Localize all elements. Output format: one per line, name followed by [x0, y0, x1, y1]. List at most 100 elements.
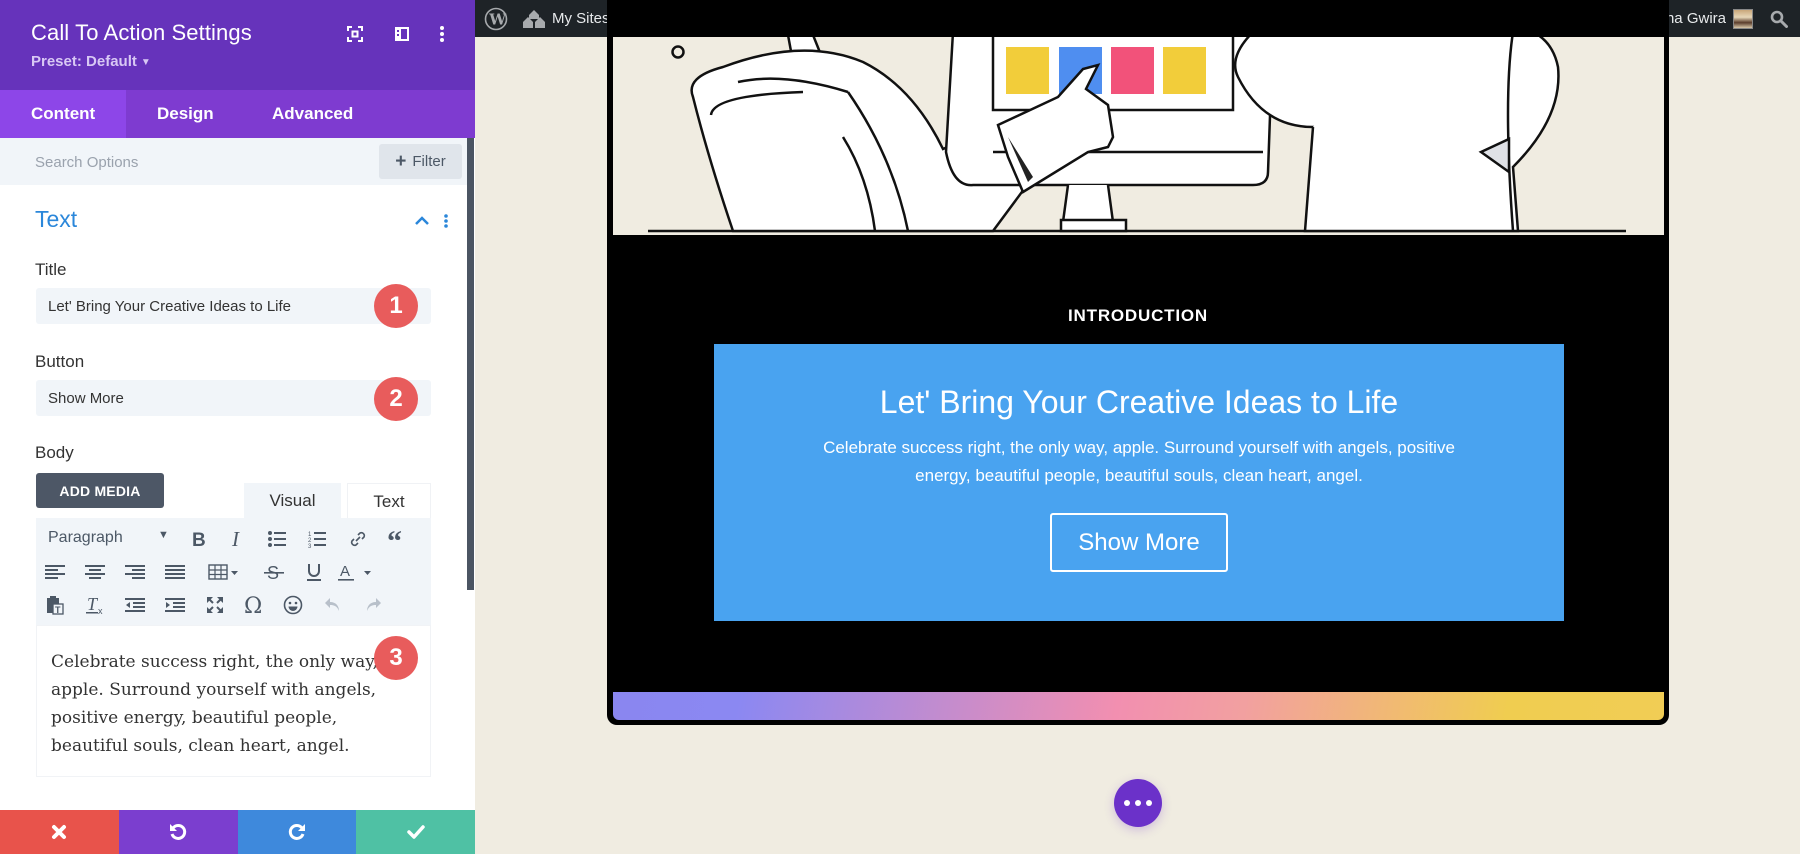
step-badge-3: 3 — [374, 636, 418, 680]
svg-text:T: T — [55, 605, 61, 615]
search-icon — [1770, 10, 1788, 28]
table-icon[interactable] — [206, 556, 242, 588]
button-field-label: Button — [35, 352, 85, 371]
editor-tab-text[interactable]: Text — [347, 483, 431, 519]
filter-button[interactable]: + Filter — [379, 144, 462, 179]
editor-toolbar: Paragraph ▼ B I 123 “ S A T Tx Ω — [36, 518, 431, 625]
my-sites-menu[interactable]: My Sites — [522, 0, 610, 37]
align-left-icon[interactable] — [42, 556, 68, 588]
chevron-up-icon[interactable] — [413, 212, 431, 230]
button-text-input[interactable] — [36, 380, 431, 416]
align-center-icon[interactable] — [82, 556, 108, 588]
color-swatch-3 — [1111, 47, 1154, 94]
text-color-icon[interactable]: A — [336, 556, 376, 588]
title-field-label: Title — [35, 260, 67, 279]
outdent-icon[interactable] — [122, 589, 148, 621]
settings-tabs: Content Design Advanced — [0, 90, 475, 138]
bold-icon[interactable]: B — [186, 523, 212, 555]
hero-illustration — [613, 37, 1664, 235]
format-select[interactable]: Paragraph — [48, 529, 123, 547]
plus-icon: + — [395, 151, 407, 172]
body-rich-text-editor[interactable]: Celebrate success right, the only way, a… — [36, 625, 431, 777]
svg-text:Ω: Ω — [244, 595, 262, 615]
numbered-list-icon[interactable]: 123 — [304, 523, 330, 555]
fullscreen-icon[interactable] — [202, 589, 228, 621]
undo-icon — [170, 823, 187, 840]
wordpress-menu[interactable]: W — [484, 0, 508, 37]
color-swatch-4 — [1163, 47, 1206, 94]
page-settings-button[interactable] — [1114, 779, 1162, 827]
color-swatch-1 — [1006, 47, 1049, 94]
caret-down-icon: ▼ — [158, 529, 169, 541]
gradient-footer-bar — [613, 692, 1664, 720]
cta-body-text: Celebrate success right, the only way, a… — [823, 438, 1455, 485]
admin-search-button[interactable] — [1770, 0, 1788, 37]
strikethrough-icon[interactable]: S — [261, 556, 287, 588]
check-icon — [406, 825, 425, 839]
svg-text:x: x — [98, 606, 103, 615]
title-input[interactable] — [36, 288, 431, 324]
dot-icon — [1135, 800, 1141, 806]
search-options-input[interactable] — [35, 150, 315, 174]
wordpress-icon: W — [484, 7, 508, 30]
panel-action-bar — [0, 810, 475, 854]
indent-icon[interactable] — [162, 589, 188, 621]
illustration-svg — [648, 37, 1626, 233]
redo-icon — [288, 823, 305, 840]
svg-text:W: W — [488, 10, 507, 28]
module-settings-panel: Call To Action Settings Preset: Default ▼… — [0, 0, 475, 854]
align-right-icon[interactable] — [122, 556, 148, 588]
my-sites-label: My Sites — [552, 10, 610, 27]
panel-header: Call To Action Settings Preset: Default ▼ — [0, 0, 475, 90]
focus-mode-icon[interactable] — [343, 22, 367, 46]
more-options-icon[interactable] — [430, 22, 454, 46]
search-bar: + Filter — [0, 138, 467, 185]
svg-text:3: 3 — [308, 544, 312, 548]
section-title-text[interactable]: Text — [35, 206, 77, 233]
dot-icon — [1124, 800, 1130, 806]
user-avatar — [1733, 8, 1753, 29]
redo-button[interactable] — [237, 810, 357, 854]
link-icon[interactable] — [345, 523, 371, 555]
cta-title: Let' Bring Your Creative Ideas to Life — [879, 384, 1399, 420]
step-badge-2: 2 — [374, 377, 418, 421]
editor-tab-visual[interactable]: Visual — [244, 483, 341, 519]
save-button[interactable] — [356, 810, 475, 854]
svg-text:A: A — [340, 563, 350, 580]
preset-selector[interactable]: Preset: Default ▼ — [31, 53, 151, 70]
emoji-icon[interactable] — [280, 589, 306, 621]
caret-down-icon: ▼ — [140, 56, 151, 68]
clear-formatting-icon[interactable]: Tx — [82, 589, 108, 621]
italic-icon[interactable]: I — [226, 523, 252, 555]
svg-text:I: I — [231, 530, 240, 548]
undo-icon[interactable] — [320, 589, 346, 621]
align-justify-icon[interactable] — [162, 556, 188, 588]
circle-decoration — [671, 45, 685, 59]
redo-icon[interactable] — [360, 589, 386, 621]
close-icon — [52, 825, 67, 839]
step-badge-1: 1 — [374, 284, 418, 328]
body-field-label: Body — [35, 443, 74, 462]
undo-button[interactable] — [118, 810, 238, 854]
sidebar-layout-icon[interactable] — [390, 22, 414, 46]
section-more-icon[interactable] — [443, 212, 453, 230]
call-to-action-module[interactable]: Let' Bring Your Creative Ideas to Life C… — [714, 344, 1564, 621]
dot-icon — [1146, 800, 1152, 806]
tab-design[interactable]: Design — [126, 90, 247, 138]
discard-button[interactable] — [0, 810, 119, 854]
preset-label: Preset: Default — [31, 53, 137, 70]
tab-content[interactable]: Content — [0, 90, 126, 138]
panel-scrollbar[interactable] — [467, 138, 474, 590]
special-character-icon[interactable]: Ω — [241, 589, 267, 621]
blockquote-icon[interactable]: “ — [384, 523, 410, 555]
svg-text:“: “ — [387, 531, 402, 547]
tab-advanced[interactable]: Advanced — [247, 90, 384, 138]
svg-text:B: B — [192, 530, 206, 548]
panel-title: Call To Action Settings — [31, 20, 252, 45]
paste-as-text-icon[interactable]: T — [42, 589, 68, 621]
add-media-button[interactable]: ADD MEDIA — [36, 473, 164, 508]
bullet-list-icon[interactable] — [264, 523, 290, 555]
section-label: INTRODUCTION — [1068, 306, 1208, 325]
underline-icon[interactable] — [301, 556, 327, 588]
show-more-button[interactable]: Show More — [1050, 513, 1228, 572]
